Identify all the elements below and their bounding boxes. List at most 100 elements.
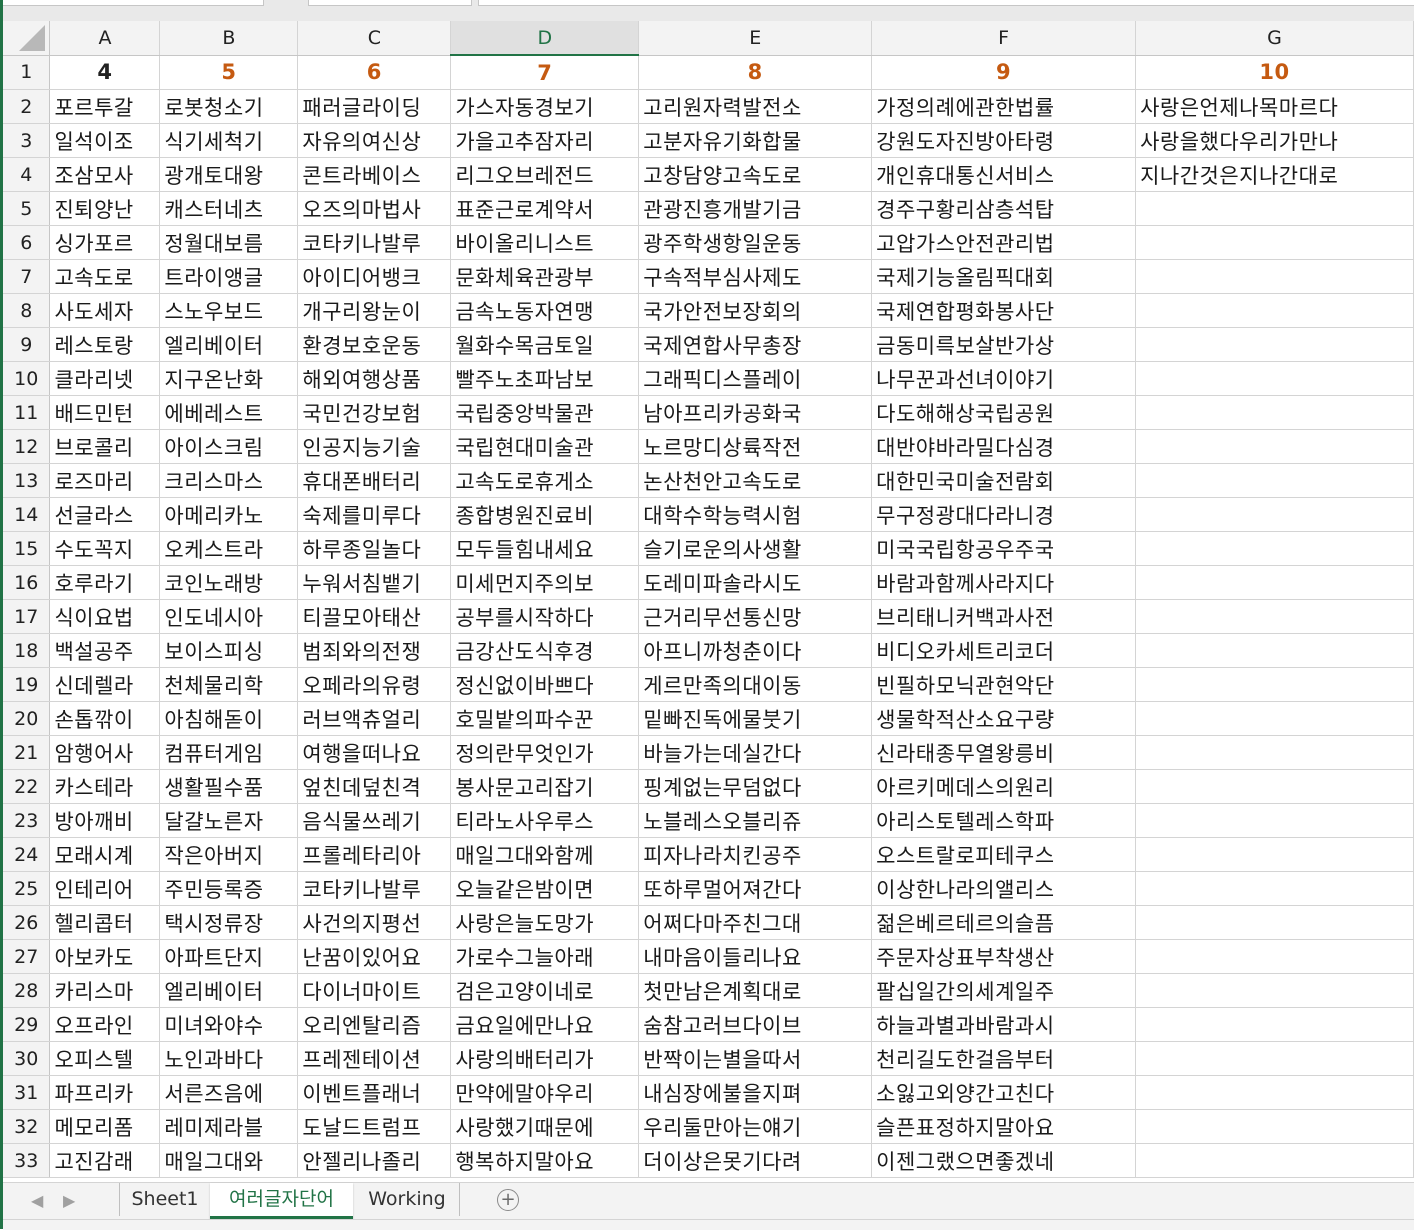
cell-a29[interactable]: 오프라인 <box>49 1007 161 1042</box>
cell-e8[interactable]: 국가안전보장회의 <box>638 293 873 328</box>
cell-d30[interactable]: 사랑의배터리가 <box>450 1041 640 1076</box>
row-header[interactable]: 2 <box>3 89 51 124</box>
cell-c27[interactable]: 난꿈이있어요 <box>297 939 452 974</box>
row-header[interactable]: 14 <box>3 497 51 532</box>
cell-b16[interactable]: 코인노래방 <box>159 565 299 600</box>
cell-b33[interactable]: 매일그대와 <box>159 1143 299 1178</box>
cell-c14[interactable]: 숙제를미루다 <box>297 497 452 532</box>
row-header[interactable]: 21 <box>3 735 51 770</box>
cell-g24[interactable] <box>1135 837 1414 872</box>
cell-d11[interactable]: 국립중앙박물관 <box>450 395 640 430</box>
cell-g17[interactable] <box>1135 599 1414 634</box>
select-all-button[interactable] <box>3 21 51 56</box>
cell-a12[interactable]: 브로콜리 <box>49 429 161 464</box>
row-header[interactable]: 8 <box>3 293 51 328</box>
cell-a4[interactable]: 조삼모사 <box>49 157 161 192</box>
cell-c3[interactable]: 자유의여신상 <box>297 123 452 158</box>
cell-c4[interactable]: 콘트라베이스 <box>297 157 452 192</box>
cell-b8[interactable]: 스노우보드 <box>159 293 299 328</box>
cell-g32[interactable] <box>1135 1109 1414 1144</box>
cell-a14[interactable]: 선글라스 <box>49 497 161 532</box>
cell-a9[interactable]: 레스토랑 <box>49 327 161 362</box>
cell-c12[interactable]: 인공지능기술 <box>297 429 452 464</box>
cell-b2[interactable]: 로봇청소기 <box>159 89 299 124</box>
cell-b22[interactable]: 생활필수품 <box>159 769 299 804</box>
row-header[interactable]: 32 <box>3 1109 51 1144</box>
cell-a30[interactable]: 오피스텔 <box>49 1041 161 1076</box>
cell-f26[interactable]: 젊은베르테르의슬픔 <box>871 905 1137 940</box>
row-header[interactable]: 1 <box>3 55 51 90</box>
cell-c7[interactable]: 아이디어뱅크 <box>297 259 452 294</box>
cell-e22[interactable]: 핑계없는무덤없다 <box>638 769 873 804</box>
cell-d19[interactable]: 정신없이바쁘다 <box>450 667 640 702</box>
cell-d26[interactable]: 사랑은늘도망가 <box>450 905 640 940</box>
cell-e9[interactable]: 국제연합사무총장 <box>638 327 873 362</box>
cell-e31[interactable]: 내심장에불을지펴 <box>638 1075 873 1110</box>
cell-d20[interactable]: 호밀밭의파수꾼 <box>450 701 640 736</box>
cell-c30[interactable]: 프레젠테이션 <box>297 1041 452 1076</box>
cell-g25[interactable] <box>1135 871 1414 906</box>
cell-f6[interactable]: 고압가스안전관리법 <box>871 225 1137 260</box>
cell-c10[interactable]: 해외여행상품 <box>297 361 452 396</box>
cell-c31[interactable]: 이벤트플래너 <box>297 1075 452 1110</box>
row-header[interactable]: 26 <box>3 905 51 940</box>
cell-g4[interactable]: 지나간것은지나간대로 <box>1135 157 1414 192</box>
row-header[interactable]: 31 <box>3 1075 51 1110</box>
cell-g21[interactable] <box>1135 735 1414 770</box>
cell-f31[interactable]: 소잃고외양간고친다 <box>871 1075 1137 1110</box>
row-header[interactable]: 24 <box>3 837 51 872</box>
cell-c25[interactable]: 코타키나발루 <box>297 871 452 906</box>
cell-a22[interactable]: 카스테라 <box>49 769 161 804</box>
cell-b19[interactable]: 천체물리학 <box>159 667 299 702</box>
cell-d2[interactable]: 가스자동경보기 <box>450 89 640 124</box>
cell-d1[interactable]: 7 <box>450 55 640 90</box>
row-header[interactable]: 3 <box>3 123 51 158</box>
formula-input[interactable] <box>478 0 1414 6</box>
cell-e25[interactable]: 또하루멀어져간다 <box>638 871 873 906</box>
cell-e14[interactable]: 대학수학능력시험 <box>638 497 873 532</box>
cell-e12[interactable]: 노르망디상륙작전 <box>638 429 873 464</box>
sheet-tab-working[interactable]: Working <box>355 1183 460 1216</box>
cell-b29[interactable]: 미녀와야수 <box>159 1007 299 1042</box>
cell-d18[interactable]: 금강산도식후경 <box>450 633 640 668</box>
cell-a6[interactable]: 싱가포르 <box>49 225 161 260</box>
cell-e19[interactable]: 게르만족의대이동 <box>638 667 873 702</box>
cell-g14[interactable] <box>1135 497 1414 532</box>
cell-a27[interactable]: 아보카도 <box>49 939 161 974</box>
cell-g30[interactable] <box>1135 1041 1414 1076</box>
cell-f15[interactable]: 미국국립항공우주국 <box>871 531 1137 566</box>
cell-b26[interactable]: 택시정류장 <box>159 905 299 940</box>
cell-e20[interactable]: 밑빠진독에물붓기 <box>638 701 873 736</box>
cell-a23[interactable]: 방아깨비 <box>49 803 161 838</box>
cell-b6[interactable]: 정월대보름 <box>159 225 299 260</box>
cell-e17[interactable]: 근거리무선통신망 <box>638 599 873 634</box>
row-header[interactable]: 15 <box>3 531 51 566</box>
cell-e24[interactable]: 피자나라치킨공주 <box>638 837 873 872</box>
cell-a28[interactable]: 카리스마 <box>49 973 161 1008</box>
cell-d22[interactable]: 봉사문고리잡기 <box>450 769 640 804</box>
row-header[interactable]: 22 <box>3 769 51 804</box>
cell-g3[interactable]: 사랑을했다우리가만나 <box>1135 123 1414 158</box>
cell-d32[interactable]: 사랑했기때문에 <box>450 1109 640 1144</box>
cell-b13[interactable]: 크리스마스 <box>159 463 299 498</box>
cell-g22[interactable] <box>1135 769 1414 804</box>
row-header[interactable]: 16 <box>3 565 51 600</box>
cell-d25[interactable]: 오늘같은밤이면 <box>450 871 640 906</box>
cell-d10[interactable]: 빨주노초파남보 <box>450 361 640 396</box>
row-header[interactable]: 12 <box>3 429 51 464</box>
cell-f28[interactable]: 팔십일간의세계일주 <box>871 973 1137 1008</box>
row-header[interactable]: 4 <box>3 157 51 192</box>
cell-b7[interactable]: 트라이앵글 <box>159 259 299 294</box>
cell-d24[interactable]: 매일그대와함께 <box>450 837 640 872</box>
cell-g12[interactable] <box>1135 429 1414 464</box>
cell-e6[interactable]: 광주학생항일운동 <box>638 225 873 260</box>
sheet-tab-active[interactable]: 여러글자단어 <box>210 1183 353 1219</box>
cell-a20[interactable]: 손톱깎이 <box>49 701 161 736</box>
row-header[interactable]: 10 <box>3 361 51 396</box>
cell-c5[interactable]: 오즈의마법사 <box>297 191 452 226</box>
cell-e1[interactable]: 8 <box>638 55 873 90</box>
cell-g29[interactable] <box>1135 1007 1414 1042</box>
cell-b18[interactable]: 보이스피싱 <box>159 633 299 668</box>
cell-b24[interactable]: 작은아버지 <box>159 837 299 872</box>
cell-e16[interactable]: 도레미파솔라시도 <box>638 565 873 600</box>
